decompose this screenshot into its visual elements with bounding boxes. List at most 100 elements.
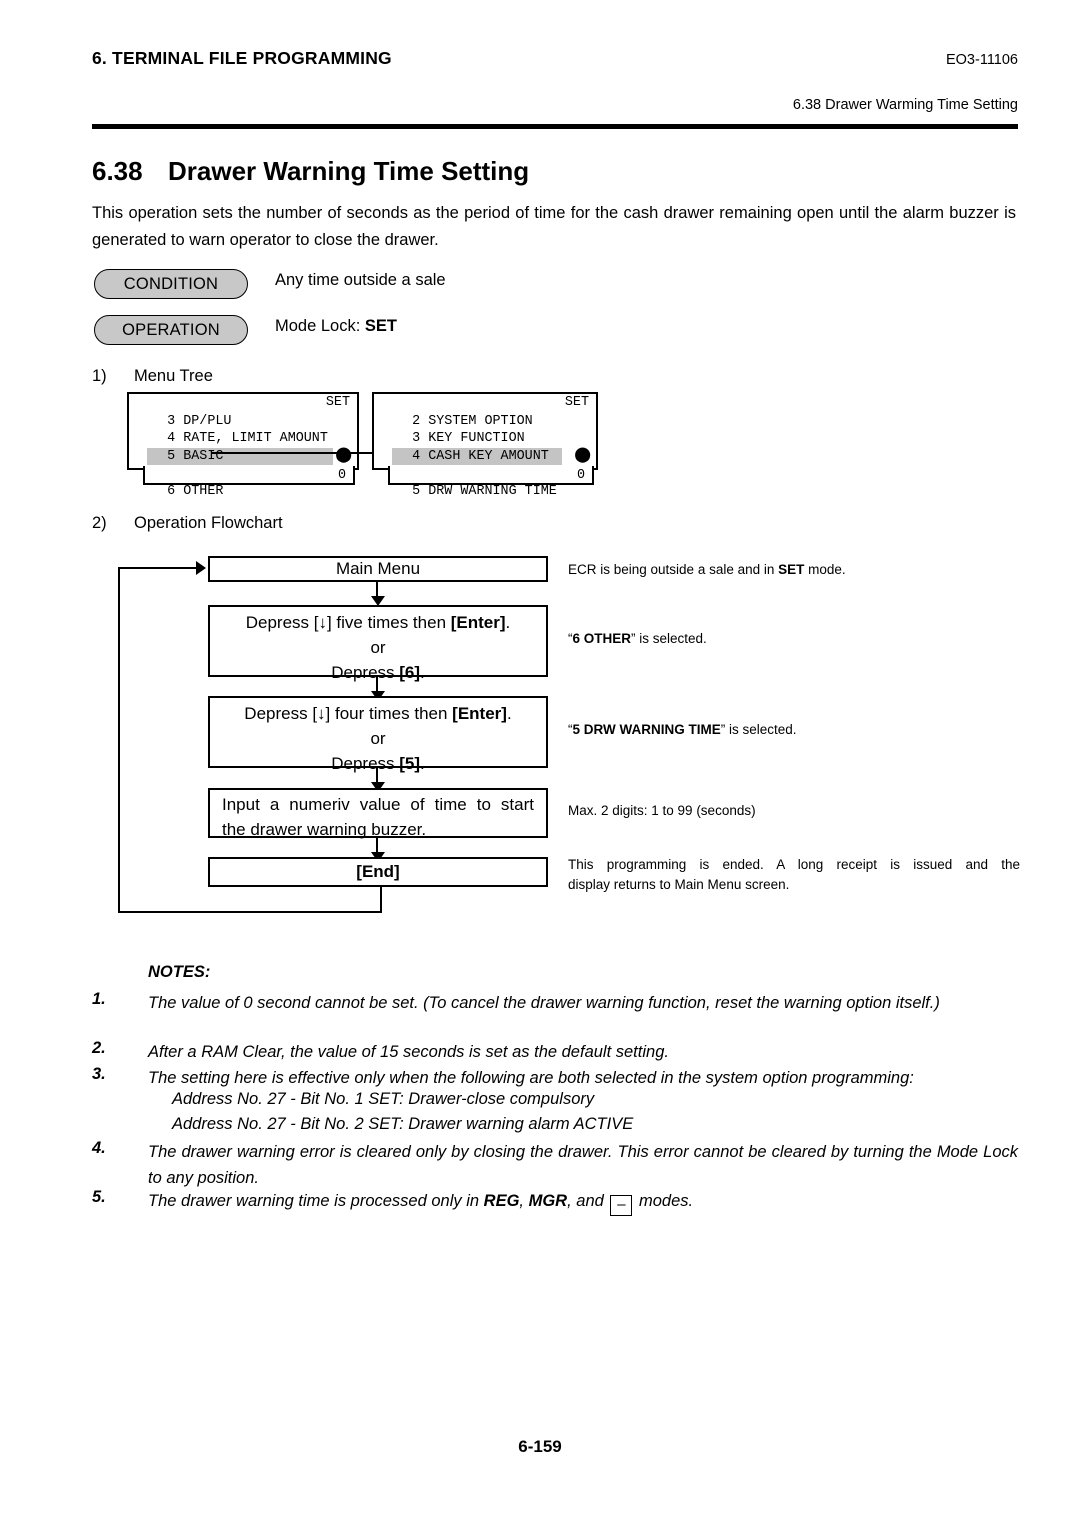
text-emphasis: 5 DRW WARNING TIME <box>572 722 721 737</box>
text-part: ECR is being outside a sale and in <box>568 562 779 577</box>
lcd-footer-left: 0 <box>143 466 355 485</box>
note-text: The drawer warning error is cleared only… <box>148 1143 1018 1187</box>
updown-arrow-icon: ⬤ <box>335 446 352 464</box>
annotation-other-selected: “6 OTHER” is selected. <box>568 629 1018 649</box>
lcd-row-text: 4 CASH KEY AMOUNT <box>412 448 549 464</box>
text-part: ] five times then <box>326 613 451 632</box>
flowchart-return-rail <box>118 567 121 913</box>
lcd-row-text: 4 RATE, LIMIT AMOUNT <box>167 431 328 446</box>
flowchart-return-riser <box>380 886 383 913</box>
flowchart-box-depress-five: Depress [↓] four times then [Enter]. or … <box>208 696 548 773</box>
flowchart-box-end: [End] <box>208 857 548 887</box>
flowchart-return-bottom <box>118 911 382 914</box>
note-number: 2. <box>92 1039 106 1057</box>
note-number: 5. <box>92 1188 106 1206</box>
header-divider <box>92 124 1018 129</box>
note-number: 4. <box>92 1139 106 1157</box>
running-head: 6.38 Drawer Warming Time Setting <box>792 97 1018 113</box>
note-subline: Address No. 27 - Bit No. 1 SET: Drawer-c… <box>172 1090 595 1108</box>
lcd-row: 3 DP/PLU SET <box>129 394 357 429</box>
down-arrow-icon: ↓ <box>318 613 327 632</box>
text-part: Depress <box>331 663 400 682</box>
annotation-end-line1: This programming is ended. A long receip… <box>568 857 1020 872</box>
text-part: , and <box>567 1192 609 1210</box>
annotation-max-digits: Max. 2 digits: 1 to 99 (seconds) <box>568 803 756 818</box>
text-part: mode. <box>804 562 846 577</box>
enter-key-label: [Enter] <box>450 613 506 632</box>
document-code: EO3-11106 <box>945 52 1018 68</box>
lcd-row: 4 RATE, LIMIT AMOUNT <box>129 413 357 446</box>
flowchart-box-line1: Depress [↓] four times then [Enter]. <box>210 701 546 726</box>
text-part: ” is selected. <box>631 631 707 646</box>
flowchart-box-line1: Input a numeriv value of time to start <box>222 795 534 814</box>
annotation-end-line2: display returns to Main Menu screen. <box>568 877 790 892</box>
chapter-header: 6. TERMINAL FILE PROGRAMMING <box>92 48 392 68</box>
text-part: Depress [ <box>245 613 319 632</box>
lcd-row-right: SET <box>325 395 350 410</box>
annotation-end: This programming is ended. A long receip… <box>568 855 1020 895</box>
operation-value: Mode Lock: SET <box>275 317 397 336</box>
flowchart-number: 2) <box>92 514 107 532</box>
lcd-row-text: 2 SYSTEM OPTION <box>412 413 533 429</box>
note-text: After a RAM Clear, the value of 15 secon… <box>148 1043 669 1061</box>
down-arrow-icon: ↓ <box>317 704 326 723</box>
text-part: . <box>420 663 425 682</box>
text-part: . <box>420 754 425 773</box>
flowchart-return-arrowhead <box>196 561 206 575</box>
lcd-row-selected: 6 OTHER ⬤ <box>129 446 357 499</box>
condition-value: Any time outside a sale <box>275 271 446 289</box>
menu-tree-label: Menu Tree <box>134 367 213 385</box>
flowchart-box-line1: Depress [↓] five times then [Enter]. <box>210 610 546 635</box>
page-number: 6-159 <box>518 1437 562 1456</box>
flowchart-box-depress-six: Depress [↓] five times then [Enter]. or … <box>208 605 548 682</box>
minus-key-icon: – <box>610 1195 633 1216</box>
text-emphasis: SET <box>778 562 805 577</box>
lcd-row-text: 3 DP/PLU <box>167 413 232 429</box>
text-part: ” is selected. <box>720 722 797 737</box>
note-number: 3. <box>92 1065 106 1083</box>
text-part: Depress [ <box>244 704 318 723</box>
flowchart-return-top <box>118 567 202 570</box>
operation-value-mode: SET <box>364 317 397 335</box>
text-part: ] four times then <box>325 704 453 723</box>
lcd-screen-right: 2 SYSTEM OPTION SET 3 KEY FUNCTION 4 CAS… <box>372 392 598 499</box>
lcd-footer-right: 0 <box>388 466 594 485</box>
section-number: 6.38 <box>92 156 143 186</box>
note-text-mixed: The drawer warning time is processed onl… <box>148 1188 1018 1216</box>
flowchart-label: Operation Flowchart <box>134 514 283 532</box>
lcd-screen-left: 3 DP/PLU SET 4 RATE, LIMIT AMOUNT 5 BASI… <box>127 392 359 499</box>
lcd-row: 2 SYSTEM OPTION SET <box>374 394 596 429</box>
condition-badge: CONDITION <box>94 269 248 299</box>
text-part: . <box>505 613 511 632</box>
flowchart-box-text: [End] <box>356 862 400 881</box>
lcd-row-text: 5 BASIC <box>167 448 224 464</box>
text-part: , <box>519 1192 529 1210</box>
updown-arrow-icon: ⬤ <box>574 446 591 464</box>
flowchart-box-input-value: Input a numeriv value of time to start t… <box>208 788 548 839</box>
mode-mgr-label: MGR <box>528 1192 568 1210</box>
page-title: Drawer Warning Time Setting <box>168 156 530 186</box>
note-text: The setting here is effective only when … <box>148 1069 914 1087</box>
intro-paragraph: This operation sets the number of second… <box>92 204 1016 249</box>
six-key-label: [6] <box>399 663 421 682</box>
flowchart-box-main-menu: Main Menu <box>208 556 548 582</box>
operation-badge: OPERATION <box>94 315 248 345</box>
flowchart-box-text: Main Menu <box>335 559 421 578</box>
note-number: 1. <box>92 990 106 1008</box>
text-part: Depress <box>331 754 400 773</box>
lcd-row-right: SET <box>564 395 589 410</box>
lcd-row-text: 6 OTHER <box>167 483 224 499</box>
lcd-row-text: 3 KEY FUNCTION <box>412 431 525 446</box>
flowchart-box-line2: or <box>370 729 386 748</box>
note-subline: Address No. 27 - Bit No. 2 SET: Drawer w… <box>172 1115 634 1133</box>
note-text: The value of 0 second cannot be set. (To… <box>148 994 940 1012</box>
operation-value-prefix: Mode Lock: <box>275 317 361 335</box>
five-key-label: [5] <box>399 754 421 773</box>
mode-reg-label: REG <box>483 1192 520 1210</box>
annotation-drw-selected: “5 DRW WARNING TIME” is selected. <box>568 720 1018 740</box>
text-part: . <box>506 704 512 723</box>
text-part: The drawer warning time is processed onl… <box>148 1192 484 1210</box>
enter-key-label: [Enter] <box>452 704 507 723</box>
flowchart-box-line2: or <box>370 638 386 657</box>
notes-title: NOTES: <box>148 963 211 981</box>
